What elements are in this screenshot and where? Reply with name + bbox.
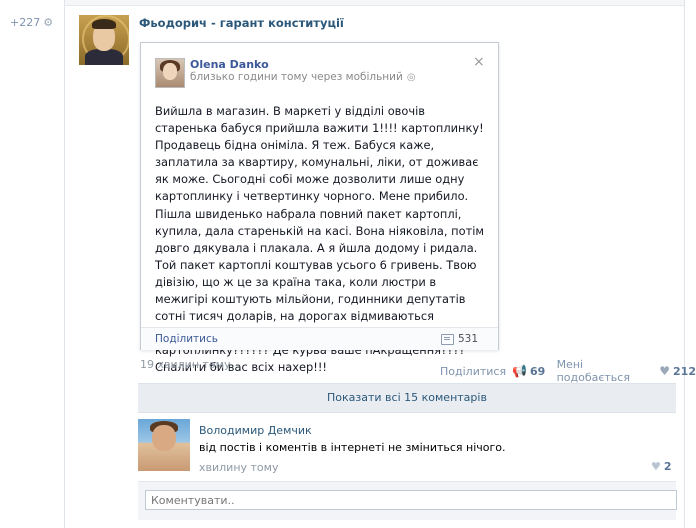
embedded-comments-count[interactable]: 531 — [441, 333, 478, 345]
heart-icon: ♥ — [651, 460, 661, 473]
embedded-facebook-post: Olena Danko близько години тому через мо… — [140, 42, 499, 374]
share-count: 69 — [530, 364, 546, 378]
embedded-author-avatar[interactable] — [155, 58, 185, 88]
post-time[interactable]: 19 хвилин тому — [140, 358, 230, 371]
author-avatar[interactable] — [79, 15, 129, 65]
avatar-body — [85, 49, 123, 65]
close-icon[interactable]: × — [473, 55, 485, 69]
embedded-post-footer: Поділитись 531 — [141, 327, 498, 350]
embedded-time-row: близько години тому через мобільний ◎ — [190, 71, 416, 83]
comment-author-avatar[interactable] — [138, 419, 190, 471]
comment-icon — [441, 333, 454, 345]
avatar-hair — [92, 19, 116, 29]
embedded-avatar-face — [163, 63, 177, 80]
megaphone-icon[interactable]: 📢 — [512, 364, 527, 378]
comment-text: від постів і коментів в інтернеті не змі… — [199, 441, 506, 454]
comment-time[interactable]: хвилину тому — [199, 461, 278, 474]
post-actions: Поділитися 📢 69 Мені подобається ♥ 212 — [440, 358, 696, 384]
heart-icon[interactable]: ♥ — [659, 364, 670, 378]
embedded-author[interactable]: Olena Danko — [190, 58, 269, 71]
show-all-comments-button[interactable]: Показати всі 15 коментарів — [138, 383, 676, 413]
like-button[interactable]: Мені подобається — [557, 358, 654, 384]
embedded-time[interactable]: близько години тому через мобільний — [190, 71, 403, 83]
right-divider — [684, 0, 685, 528]
feed-top-divider — [65, 0, 684, 6]
post-counter-value: +227 — [10, 16, 41, 29]
comment-author[interactable]: Володимир Демчик — [199, 424, 312, 437]
embedded-comments-value: 531 — [458, 333, 479, 345]
comment-avatar-face — [152, 425, 176, 451]
globe-icon: ◎ — [406, 71, 416, 83]
like-count: 212 — [673, 364, 696, 378]
embedded-post-header: Olena Danko близько години тому через мо… — [141, 43, 498, 88]
post-author[interactable]: Фьодорич - гарант конституції — [139, 16, 344, 30]
comment-like-button[interactable]: ♥ 2 — [651, 460, 672, 473]
comment-input[interactable] — [145, 490, 677, 510]
left-column: +227 ⚙ — [0, 0, 65, 528]
comment-like-count: 2 — [663, 460, 672, 473]
share-button[interactable]: Поділитися — [440, 365, 506, 378]
reply-area — [138, 481, 677, 520]
embedded-share-link[interactable]: Поділитись — [155, 333, 218, 345]
post-counter[interactable]: +227 ⚙ — [10, 16, 53, 29]
gear-icon[interactable]: ⚙ — [43, 16, 53, 29]
